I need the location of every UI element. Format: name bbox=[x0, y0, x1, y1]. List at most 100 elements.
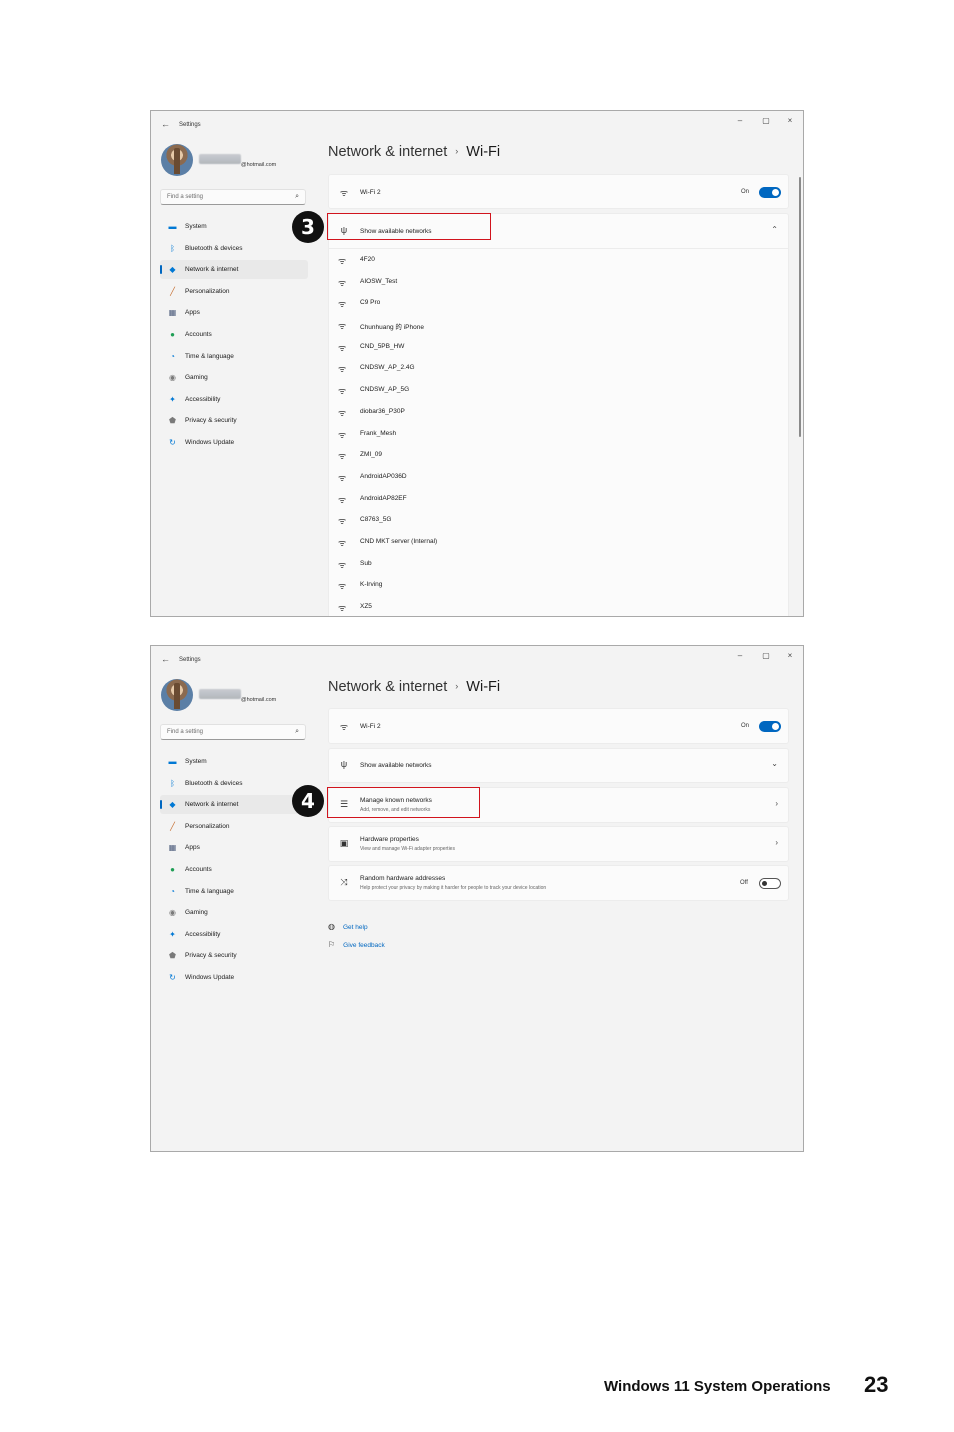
network-name: C9 Pro bbox=[360, 299, 381, 307]
sidebar-item-apps[interactable]: ▦ Apps bbox=[160, 838, 308, 857]
network-list-item[interactable]: ᯤ XZ5 bbox=[329, 596, 788, 616]
sidebar-item-accessibility[interactable]: ✦ Accessibility bbox=[160, 925, 308, 944]
account-email: @hotmail.com bbox=[241, 697, 277, 703]
minimize-icon[interactable]: – bbox=[734, 116, 746, 125]
network-list-item[interactable]: ᯤ CNDSW_AP_2.4G bbox=[329, 357, 788, 379]
sidebar-item-bluetooth-devices[interactable]: ᛒ Bluetooth & devices bbox=[160, 239, 308, 258]
sidebar-item-bluetooth-devices[interactable]: ᛒ Bluetooth & devices bbox=[160, 774, 308, 793]
sidebar-item-windows-update[interactable]: ↻ Windows Update bbox=[160, 968, 308, 987]
sidebar-item-system[interactable]: ▬ System bbox=[160, 217, 308, 236]
windows-update-icon: ↻ bbox=[169, 972, 176, 982]
sidebar-item-accounts[interactable]: ● Accounts bbox=[160, 325, 308, 344]
network-list-item[interactable]: ᯤ CND_5PB_HW bbox=[329, 336, 788, 358]
page-title: Wi-Fi bbox=[466, 144, 501, 160]
network-list-item[interactable]: ᯤ Frank_Mesh bbox=[329, 423, 788, 445]
scrollbar[interactable] bbox=[799, 177, 801, 437]
wifi-adapter-label: Wi-Fi 2 bbox=[360, 723, 381, 730]
close-icon[interactable]: × bbox=[784, 116, 796, 125]
network-name: CNDSW_AP_5G bbox=[360, 386, 410, 394]
sidebar-item-time-language[interactable]: ◔ Time & language bbox=[160, 347, 308, 366]
search-placeholder: Find a setting bbox=[167, 194, 204, 200]
network-name: C8763_5G bbox=[360, 516, 392, 524]
account-name-redacted bbox=[199, 154, 241, 164]
sidebar-item-network-internet[interactable]: ◆ Network & internet bbox=[160, 795, 308, 815]
network-list-item[interactable]: ᯤ diobar36_P30P bbox=[329, 401, 788, 423]
maximize-icon[interactable]: ▢ bbox=[760, 651, 772, 660]
network-name: CND_5PB_HW bbox=[360, 342, 405, 350]
minimize-icon[interactable]: – bbox=[734, 651, 746, 660]
network-list-item[interactable]: ᯤ AndroidAP036D bbox=[329, 466, 788, 488]
wifi-toggle[interactable] bbox=[759, 721, 781, 732]
breadcrumb-parent[interactable]: Network & internet bbox=[328, 679, 447, 695]
chevron-up-icon[interactable]: ⌃ bbox=[771, 225, 778, 234]
sidebar-item-time-language[interactable]: ◔ Time & language bbox=[160, 882, 308, 901]
system-icon: ▬ bbox=[168, 222, 177, 231]
network-list-item[interactable]: ᯤ Chunhuang 的 iPhone bbox=[329, 314, 788, 336]
feedback-icon: ⚐ bbox=[328, 940, 336, 949]
sidebar-item-network-internet[interactable]: ◆ Network & internet bbox=[160, 260, 308, 280]
chevron-right-icon[interactable]: › bbox=[775, 799, 778, 808]
account-name-redacted bbox=[199, 689, 241, 699]
network-name: AndroidAP036D bbox=[360, 472, 407, 480]
chevron-down-icon[interactable]: ⌄ bbox=[771, 759, 778, 768]
hardware-properties-row[interactable]: ▣ Hardware properties View and manage Wi… bbox=[328, 826, 789, 862]
back-arrow-icon[interactable]: ← bbox=[161, 119, 170, 129]
sidebar-item-windows-update[interactable]: ↻ Windows Update bbox=[160, 433, 308, 452]
network-list-item[interactable]: ᯤ CND MKT server (Internal) bbox=[329, 531, 788, 553]
bluetooth-icon: ᛒ bbox=[170, 243, 175, 253]
breadcrumb-parent[interactable]: Network & internet bbox=[328, 144, 447, 160]
network-list-item[interactable]: ᯤ C9 Pro bbox=[329, 292, 788, 314]
sidebar-item-label: Apps bbox=[185, 309, 200, 317]
show-networks-expander[interactable]: ψ Show available networks ⌄ bbox=[328, 748, 789, 783]
network-icon: ◆ bbox=[169, 265, 176, 275]
sidebar-item-personalization[interactable]: ╱ Personalization bbox=[160, 282, 308, 301]
wifi-secured-icon: ᯤ bbox=[338, 451, 347, 462]
network-list-item[interactable]: ᯤ C8763_5G bbox=[329, 509, 788, 531]
sidebar-item-privacy-security[interactable]: ⬟ Privacy & security bbox=[160, 946, 308, 965]
network-list-item[interactable]: ᯤ CNDSW_AP_5G bbox=[329, 379, 788, 401]
random-hw-title: Random hardware addresses bbox=[360, 875, 446, 882]
title-bar: ← Settings – ▢ × bbox=[151, 111, 803, 137]
sidebar-item-privacy-security[interactable]: ⬟ Privacy & security bbox=[160, 411, 308, 430]
sidebar-item-label: Windows Update bbox=[185, 438, 235, 446]
sidebar-item-accounts[interactable]: ● Accounts bbox=[160, 860, 308, 879]
network-name: AIOSW_Test bbox=[360, 277, 398, 285]
network-list-item[interactable]: ᯤ AIOSW_Test bbox=[329, 271, 788, 293]
chevron-right-icon[interactable]: › bbox=[775, 838, 778, 847]
search-input[interactable]: Find a setting ⌕ bbox=[160, 189, 306, 205]
avatar[interactable] bbox=[161, 679, 193, 711]
network-list-item[interactable]: ᯤ Sub bbox=[329, 553, 788, 575]
random-hw-toggle[interactable] bbox=[759, 878, 781, 889]
breadcrumb-separator: › bbox=[455, 681, 459, 691]
sidebar-item-system[interactable]: ▬ System bbox=[160, 752, 308, 771]
network-list-item[interactable]: ᯤ ZMI_09 bbox=[329, 444, 788, 466]
wifi-secured-icon: ᯤ bbox=[338, 472, 347, 483]
search-icon[interactable]: ⌕ bbox=[295, 728, 299, 736]
wifi-toggle[interactable] bbox=[759, 187, 781, 198]
sidebar-item-label: Accessibility bbox=[185, 395, 221, 403]
network-name: ZMI_09 bbox=[360, 451, 383, 459]
get-help-link[interactable]: ◍ Get help bbox=[328, 922, 368, 931]
sidebar-item-gaming[interactable]: ◉ Gaming bbox=[160, 903, 308, 922]
time-language-icon: ◔ bbox=[170, 351, 175, 361]
network-list-item[interactable]: ᯤ AndroidAP82EF bbox=[329, 488, 788, 510]
account-email: @hotmail.com bbox=[241, 162, 277, 168]
network-name: diobar36_P30P bbox=[360, 407, 405, 415]
close-icon[interactable]: × bbox=[784, 651, 796, 660]
sidebar-item-personalization[interactable]: ╱ Personalization bbox=[160, 817, 308, 836]
sidebar-item-apps[interactable]: ▦ Apps bbox=[160, 303, 308, 322]
sidebar-item-gaming[interactable]: ◉ Gaming bbox=[160, 368, 308, 387]
network-list-item[interactable]: ᯤ 4F20 bbox=[329, 249, 788, 271]
settings-window-2: ← Settings – ▢ × @hotmail.com Find a set… bbox=[150, 645, 804, 1152]
search-icon[interactable]: ⌕ bbox=[295, 193, 299, 201]
network-list-item[interactable]: ᯤ K-Irving bbox=[329, 574, 788, 596]
search-input[interactable]: Find a setting ⌕ bbox=[160, 724, 306, 740]
sidebar-item-accessibility[interactable]: ✦ Accessibility bbox=[160, 390, 308, 409]
back-arrow-icon[interactable]: ← bbox=[161, 654, 170, 664]
gaming-icon: ◉ bbox=[169, 908, 176, 918]
give-feedback-link[interactable]: ⚐ Give feedback bbox=[328, 940, 385, 949]
avatar[interactable] bbox=[161, 144, 193, 176]
maximize-icon[interactable]: ▢ bbox=[760, 116, 772, 125]
sidebar-item-label: Gaming bbox=[185, 909, 208, 917]
wifi-secured-icon: ᯤ bbox=[338, 342, 347, 353]
